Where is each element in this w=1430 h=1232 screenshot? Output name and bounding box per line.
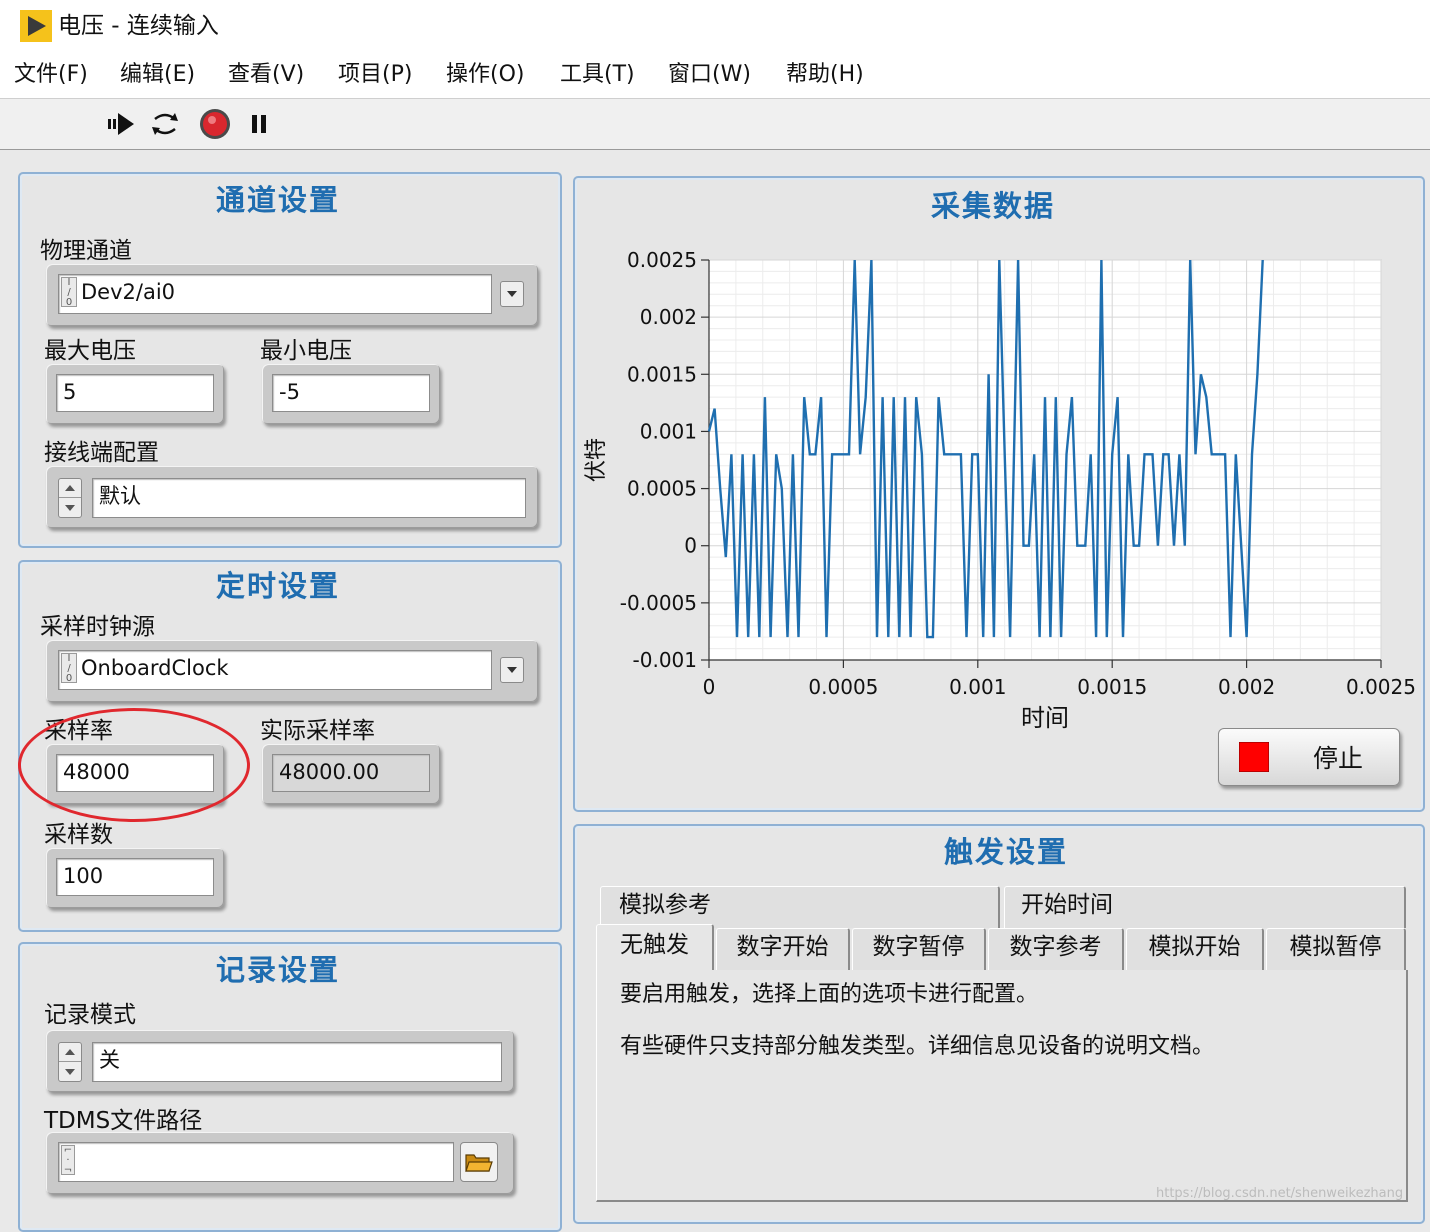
abort-icon[interactable]	[198, 106, 232, 142]
physical-channel-field[interactable]: I/0 Dev2/ai0	[58, 274, 492, 314]
channel-settings-title: 通道设置	[215, 183, 340, 217]
chart-y-axis-label: 伏特	[584, 438, 609, 482]
tdms-path-field[interactable]: ⌐ · ¬	[58, 1142, 454, 1182]
y-tick-label: -0.0005	[620, 591, 697, 615]
sample-clock-field[interactable]: I/0 OnboardClock	[58, 650, 492, 690]
sample-clock-value: OnboardClock	[81, 656, 229, 680]
terminal-config-spinner[interactable]	[58, 478, 82, 518]
logging-mode-label: 记录模式	[44, 1002, 136, 1028]
actual-rate-label: 实际采样率	[260, 718, 375, 744]
y-tick-label: 0.002	[640, 305, 697, 329]
trigger-info-text-1: 要启用触发，选择上面的选项卡进行配置。	[620, 982, 1039, 1007]
min-voltage-input[interactable]: -5	[272, 374, 430, 412]
max-voltage-input[interactable]: 5	[56, 374, 214, 412]
x-tick-label: 0.0015	[1077, 675, 1147, 699]
y-tick-label: 0.0025	[627, 248, 697, 272]
io-name-icon: I/0	[61, 653, 77, 684]
actual-rate-value: 48000.00	[272, 754, 430, 792]
labview-app-icon	[20, 10, 52, 42]
spin-down-icon[interactable]	[59, 498, 81, 517]
watermark: https://blog.csdn.net/shenweikezhang	[1156, 1186, 1404, 1201]
chart-grid	[708, 259, 1382, 661]
window-title: 电压 - 连续输入	[58, 13, 219, 39]
tab-analog-start[interactable]: 模拟开始	[1126, 928, 1264, 970]
menu-window[interactable]: 窗口(W)	[668, 58, 751, 92]
max-voltage-label: 最大电压	[44, 338, 136, 364]
menu-view[interactable]: 查看(V)	[228, 58, 304, 92]
logging-mode-spinner[interactable]	[58, 1042, 82, 1082]
x-tick-label: 0.0025	[1346, 675, 1416, 699]
trigger-settings-title: 触发设置	[943, 835, 1068, 869]
folder-icon	[465, 1154, 493, 1172]
run-continuously-icon[interactable]	[148, 106, 182, 142]
y-tick-label: 0.0005	[627, 477, 697, 501]
min-voltage-label: 最小电压	[260, 338, 352, 364]
physical-channel-label: 物理通道	[40, 238, 132, 264]
x-tick-label: 0	[703, 675, 716, 699]
x-tick-label: 0.0005	[808, 675, 878, 699]
spin-up-icon[interactable]	[59, 1043, 81, 1062]
terminal-config-value[interactable]: 默认	[92, 478, 526, 518]
sample-clock-label: 采样时钟源	[40, 614, 155, 640]
stop-button-label: 停止	[1313, 744, 1364, 773]
samples-input[interactable]: 100	[56, 858, 214, 896]
sample-rate-input[interactable]: 48000	[56, 754, 214, 792]
logging-settings-title: 记录设置	[215, 953, 340, 987]
tab-analog-reference[interactable]: 模拟参考	[600, 886, 1000, 928]
browse-folder-button[interactable]	[460, 1142, 498, 1182]
sample-clock-dropdown-button[interactable]	[500, 657, 524, 683]
y-tick-label: 0	[684, 534, 697, 558]
y-tick-label: 0.001	[640, 419, 697, 443]
chart-x-axis-label: 时间	[1021, 704, 1069, 732]
tab-digital-reference[interactable]: 数字参考	[988, 928, 1124, 970]
y-tick-label: -0.001	[633, 648, 697, 672]
stop-button[interactable]: 停止	[1218, 728, 1400, 786]
physical-channel-dropdown-button[interactable]	[500, 281, 524, 307]
tab-digital-pause[interactable]: 数字暂停	[852, 928, 986, 970]
spin-up-icon[interactable]	[59, 479, 81, 498]
trigger-info-text-2: 有些硬件只支持部分触发类型。详细信息见设备的说明文档。	[620, 1034, 1215, 1059]
menu-edit[interactable]: 编辑(E)	[120, 58, 195, 92]
x-tick-label: 0.002	[1218, 675, 1275, 699]
spin-down-icon[interactable]	[59, 1062, 81, 1081]
x-tick-label: 0.001	[949, 675, 1006, 699]
menu-file[interactable]: 文件(F)	[14, 58, 88, 92]
tab-start-time[interactable]: 开始时间	[1004, 886, 1406, 928]
stop-indicator-icon	[1238, 741, 1270, 773]
sample-rate-label: 采样率	[44, 718, 113, 744]
acquisition-chart: 0.0025 0.002 0.0015 0.001 0.0005 0 -0.0005 -0.0…	[584, 248, 1416, 732]
logging-mode-value[interactable]: 关	[92, 1042, 502, 1082]
menu-operate[interactable]: 操作(O)	[446, 58, 524, 92]
menu-help[interactable]: 帮助(H)	[786, 58, 864, 92]
terminal-config-label: 接线端配置	[44, 440, 159, 466]
acquisition-title: 采集数据	[930, 189, 1055, 223]
menu-project[interactable]: 项目(P)	[338, 58, 412, 92]
io-name-icon: I/0	[61, 277, 77, 308]
pause-icon[interactable]	[242, 106, 276, 142]
path-icon: ⌐ · ¬	[61, 1145, 75, 1176]
plot-area	[708, 259, 1382, 661]
tab-analog-pause[interactable]: 模拟暂停	[1266, 928, 1406, 970]
timing-settings-title: 定时设置	[215, 569, 340, 603]
chevron-down-icon	[507, 291, 517, 297]
run-arrow-icon[interactable]	[104, 106, 138, 142]
menu-tools[interactable]: 工具(T)	[560, 58, 635, 92]
physical-channel-value: Dev2/ai0	[81, 280, 176, 304]
tab-digital-start[interactable]: 数字开始	[716, 928, 850, 970]
samples-label: 采样数	[44, 822, 113, 848]
chevron-down-icon	[507, 667, 517, 673]
y-tick-label: 0.0015	[627, 362, 697, 386]
tab-no-trigger[interactable]: 无触发	[596, 924, 714, 976]
